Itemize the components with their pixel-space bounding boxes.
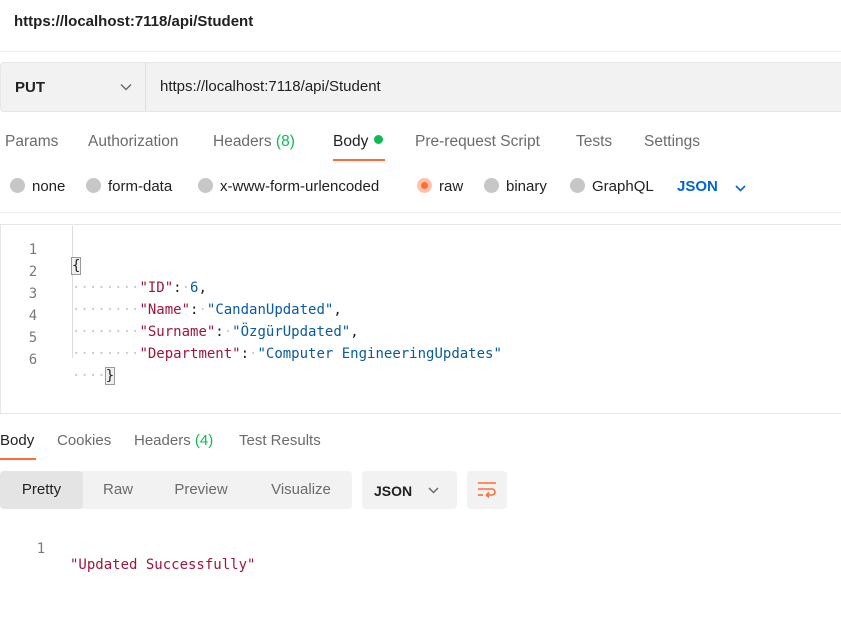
radio-circle	[198, 178, 213, 193]
radio-urlencoded-label: x-www-form-urlencoded	[220, 178, 380, 195]
tab-body[interactable]: Body	[333, 133, 384, 151]
wrap-lines-icon	[478, 482, 496, 499]
radio-circle	[10, 178, 25, 193]
chevron-down-icon[interactable]	[734, 182, 747, 195]
tab-prerequest-script[interactable]: Pre-request Script	[415, 133, 540, 151]
resp-tab-cookies[interactable]: Cookies	[57, 432, 111, 449]
response-body-line: 1 "Updated Successfully"	[0, 525, 841, 573]
view-visualize-button[interactable]: Visualize	[257, 471, 345, 509]
tab-headers-label: Headers	[213, 133, 272, 150]
radio-form-data[interactable]: form-data	[86, 178, 172, 195]
tab-authorization[interactable]: Authorization	[88, 133, 178, 151]
request-title-bar: https://localhost:7118/api/Student	[0, 0, 841, 52]
divider	[0, 212, 841, 213]
radio-raw[interactable]: raw	[417, 178, 463, 195]
radio-circle	[86, 178, 101, 193]
response-text: "Updated Successfully"	[70, 557, 256, 573]
language-select[interactable]: JSON	[677, 178, 718, 195]
radio-urlencoded[interactable]: x-www-form-urlencoded	[198, 178, 379, 195]
close-brace: }	[104, 367, 116, 385]
resp-tab-test-results[interactable]: Test Results	[239, 432, 321, 449]
tab-tests[interactable]: Tests	[576, 133, 612, 151]
body-status-dot	[374, 135, 384, 144]
radio-none[interactable]: none	[10, 178, 65, 195]
wrap-lines-button[interactable]	[467, 471, 507, 509]
tab-params[interactable]: Params	[5, 133, 58, 151]
view-preview-button[interactable]: Preview	[160, 471, 242, 509]
chevron-down-icon	[428, 487, 439, 494]
response-format-label: JSON	[374, 483, 413, 499]
url-input[interactable]: https://localhost:7118/api/Student	[160, 78, 381, 95]
radio-graphql-label: GraphQL	[592, 178, 654, 195]
line-number: 6	[28, 352, 38, 368]
resp-tab-headers[interactable]: Headers (4)	[134, 432, 213, 449]
view-raw-button[interactable]: Raw	[88, 471, 148, 509]
request-title[interactable]: https://localhost:7118/api/Student	[14, 13, 253, 30]
method-label: PUT	[15, 79, 45, 96]
radio-form-data-label: form-data	[108, 178, 173, 195]
active-tab-indicator	[333, 159, 385, 161]
radio-raw-label: raw	[439, 178, 464, 195]
editor-line: 2 ········"ID":·6,	[0, 248, 841, 296]
tab-headers[interactable]: Headers (8)	[213, 133, 295, 151]
resp-tab-headers-label: Headers	[134, 432, 191, 449]
editor-line: 4 ········"Surname":·"ÖzgürUpdated",	[0, 292, 841, 340]
chevron-down-icon	[120, 83, 132, 91]
response-format-select[interactable]: JSON	[362, 471, 457, 509]
line-code: ····}	[72, 367, 116, 385]
radio-circle	[570, 178, 585, 193]
line-number: 1	[36, 541, 46, 557]
editor-line: 6 ····}	[0, 336, 841, 385]
radio-none-label: none	[32, 178, 66, 195]
method-select[interactable]: PUT	[1, 63, 146, 111]
active-tab-indicator	[0, 458, 36, 460]
url-bar: PUT https://localhost:7118/api/Student	[0, 62, 841, 112]
editor-line: 5 ········"Department":·"Computer Engine…	[0, 314, 841, 362]
radio-graphql[interactable]: GraphQL	[570, 178, 654, 195]
editor-line: 3 ········"Name":·"CandanUpdated",	[0, 270, 841, 318]
view-pretty-button[interactable]: Pretty	[0, 471, 83, 509]
resp-headers-count: (4)	[194, 432, 214, 449]
radio-binary-label: binary	[506, 178, 547, 195]
radio-binary[interactable]: binary	[484, 178, 547, 195]
response-view-toggle: Pretty Raw Preview Visualize	[0, 471, 352, 509]
tab-settings[interactable]: Settings	[644, 133, 700, 151]
response-tabs: Body Cookies Headers (4) Test Results	[0, 424, 841, 462]
editor-line: 1 {	[0, 226, 841, 275]
radio-circle-selected	[417, 178, 432, 193]
tab-body-label: Body	[333, 133, 369, 150]
radio-circle	[484, 178, 499, 193]
resp-tab-body[interactable]: Body	[0, 432, 34, 449]
body-type-options: none form-data x-www-form-urlencoded raw…	[0, 172, 841, 202]
headers-count: (8)	[275, 133, 295, 150]
request-tabs: Params Authorization Headers (8) Body Pr…	[0, 128, 841, 164]
